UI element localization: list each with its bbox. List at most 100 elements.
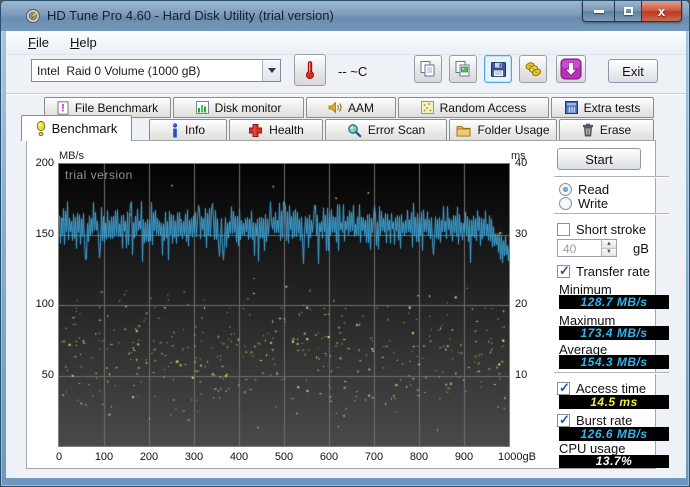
copy-text-button[interactable] — [414, 55, 442, 83]
benchmark-icon — [36, 120, 46, 137]
axis-tick-label: 100 — [35, 298, 54, 310]
info-icon — [171, 122, 179, 138]
close-icon: x — [657, 3, 666, 19]
temperature-button[interactable] — [294, 54, 326, 86]
spinner-up-icon[interactable]: ▲ — [602, 240, 616, 249]
menu-file[interactable]: File — [28, 35, 49, 50]
panel-separator — [554, 176, 669, 178]
minimize-button[interactable] — [582, 1, 614, 22]
tab-random-access[interactable]: Random Access — [398, 97, 549, 118]
axis-tick-label: 800 — [409, 451, 429, 463]
short-stroke-value: 40 — [563, 242, 577, 256]
chevron-down-icon — [267, 68, 276, 73]
health-icon — [248, 123, 263, 138]
tab-label: Random Access — [439, 100, 527, 115]
file-benchmark-icon: ! — [57, 100, 69, 115]
burst-rate-label: Burst rate — [576, 413, 633, 428]
trial-watermark: trial version — [65, 168, 133, 182]
start-button-label: Start — [585, 151, 613, 167]
benchmark-chart — [58, 163, 510, 447]
axis-tick-label: 900 — [454, 451, 474, 463]
erase-icon — [582, 123, 594, 137]
window-title: HD Tune Pro 4.60 - Hard Disk Utility (tr… — [47, 8, 334, 23]
copy-pages-icon — [420, 61, 435, 77]
disk-monitor-icon — [195, 101, 209, 114]
copy-image-icon — [455, 61, 470, 77]
read-radio[interactable] — [559, 183, 572, 196]
axis-tick-label: 300 — [184, 451, 204, 463]
tab-error-scan[interactable]: Error Scan — [325, 119, 447, 140]
spinner-buttons[interactable]: ▲ ▼ — [601, 240, 616, 256]
tab-benchmark[interactable]: Benchmark — [21, 115, 132, 141]
write-radio[interactable] — [559, 197, 572, 210]
minimize-icon — [593, 9, 604, 13]
folder-usage-icon — [456, 124, 471, 137]
tab-disk-monitor[interactable]: Disk monitor — [173, 97, 304, 118]
tab-label: Error Scan — [367, 123, 426, 137]
maximize-button[interactable] — [614, 1, 641, 22]
axis-tick-label: 20 — [515, 298, 528, 310]
average-value: 154.3 MB/s — [559, 355, 669, 369]
menu-bar: File Help — [6, 31, 686, 55]
check-updates-button[interactable] — [556, 55, 586, 83]
save-screenshot-button[interactable] — [484, 55, 512, 83]
axis-tick-label: 150 — [35, 227, 54, 240]
thermometer-icon — [306, 61, 314, 79]
tab-erase[interactable]: Erase — [559, 119, 654, 140]
random-access-icon — [420, 101, 434, 114]
tab-health[interactable]: Health — [229, 119, 323, 140]
short-stroke-unit: gB — [633, 241, 649, 256]
axis-tick-label: 50 — [41, 368, 54, 381]
copy-screenshot-button[interactable] — [449, 55, 477, 83]
drive-select-value: Intel Raid 0 Volume (1000 gB) — [37, 63, 201, 78]
write-radio-label: Write — [578, 196, 609, 211]
short-stroke-spinner[interactable]: 40 ▲ ▼ — [557, 239, 617, 257]
tab-label: AAM — [347, 100, 374, 115]
tab-label: Extra tests — [583, 100, 641, 115]
access-time-checkbox[interactable] — [557, 380, 570, 396]
axis-tick-label: 200 — [139, 451, 159, 463]
axis-tick-label: 10 — [515, 368, 528, 381]
tab-info[interactable]: Info — [149, 119, 227, 140]
tab-label: Folder Usage — [477, 123, 550, 137]
minimum-value: 128.7 MB/s — [559, 295, 669, 309]
axis-tick-label: 500 — [274, 451, 294, 463]
axis-tick-label: 700 — [364, 451, 384, 463]
axis-tick-label: 400 — [229, 451, 249, 463]
tab-aam[interactable]: AAM — [306, 97, 396, 118]
axis-tick-label: 30 — [515, 227, 528, 240]
start-button[interactable]: Start — [557, 148, 641, 170]
error-scan-icon — [347, 123, 362, 138]
spinner-down-icon[interactable]: ▼ — [602, 248, 616, 256]
exit-button[interactable]: Exit — [608, 59, 658, 83]
burst-rate-checkbox[interactable] — [557, 412, 570, 428]
tab-folder-usage[interactable]: Folder Usage — [449, 119, 557, 140]
app-disk-icon — [26, 9, 40, 23]
temperature-value: -- ~C — [338, 64, 368, 79]
svg-text:!: ! — [61, 102, 65, 114]
menu-help[interactable]: Help — [70, 35, 97, 50]
gold-coins-icon — [525, 62, 542, 77]
panel-separator — [554, 372, 669, 374]
short-stroke-checkbox[interactable] — [557, 223, 570, 236]
axis-tick-label: 40 — [515, 157, 528, 169]
title-bar[interactable]: HD Tune Pro 4.60 - Hard Disk Utility (tr… — [1, 1, 689, 31]
transfer-rate-checkbox[interactable] — [557, 263, 570, 279]
hd-tune-window: HD Tune Pro 4.60 - Hard Disk Utility (tr… — [0, 0, 690, 487]
close-button[interactable]: x — [641, 1, 682, 22]
transfer-rate-label: Transfer rate — [576, 264, 650, 279]
tab-label: File Benchmark — [74, 100, 159, 115]
axis-tick-label: 1000gB — [498, 451, 536, 463]
drive-select-combobox[interactable]: Intel Raid 0 Volume (1000 gB) — [31, 59, 281, 82]
combo-dropdown-button[interactable] — [262, 60, 280, 81]
panel-separator — [554, 213, 669, 215]
tab-label: Erase — [599, 123, 632, 137]
burst-rate-value: 126.6 MB/s — [559, 427, 669, 441]
maximize-icon — [623, 7, 633, 15]
axis-tick-label: 200 — [35, 157, 54, 169]
y-left-axis-unit: MB/s — [59, 150, 85, 162]
extra-tests-icon — [564, 101, 578, 114]
register-button[interactable] — [519, 55, 547, 83]
tab-extra-tests[interactable]: Extra tests — [551, 97, 654, 118]
axis-tick-label: 0 — [55, 451, 63, 463]
